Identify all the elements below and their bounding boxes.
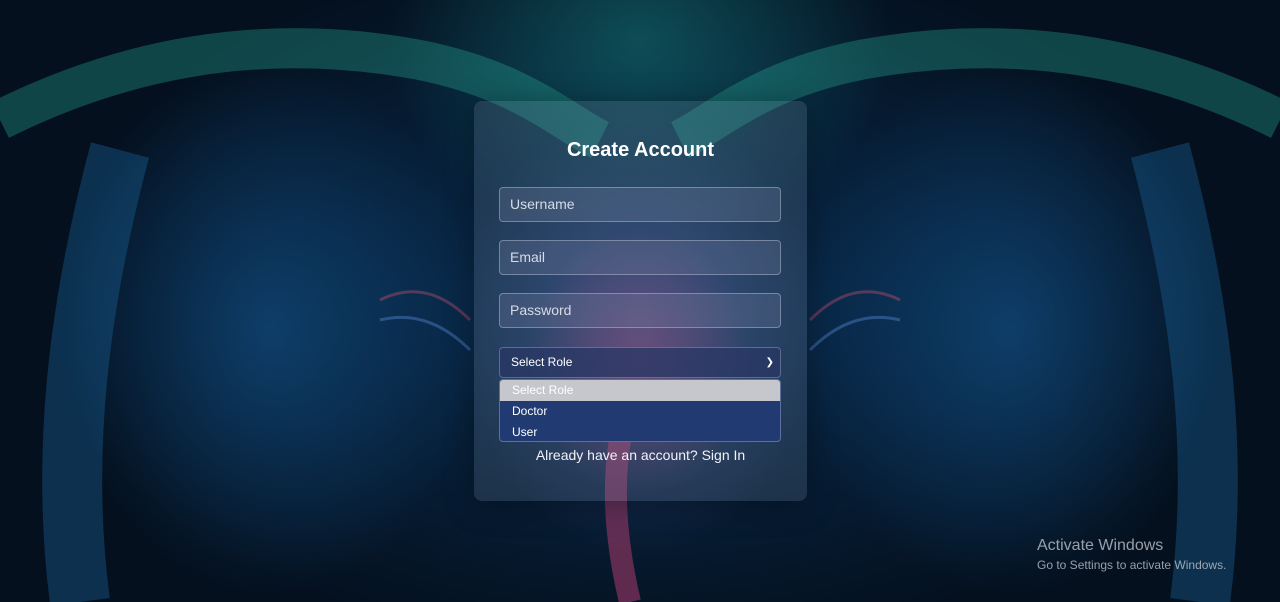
watermark-title: Activate Windows xyxy=(1037,537,1164,554)
email-input[interactable]: Email xyxy=(499,240,781,275)
username-placeholder: Username xyxy=(510,196,575,212)
activate-windows-watermark: Activate Windows Go to Settings to activ… xyxy=(1037,537,1226,572)
chevron-down-icon: ❯ xyxy=(765,357,774,368)
role-dropdown-list: Select Role Doctor User xyxy=(499,379,781,442)
role-option-doctor[interactable]: Doctor xyxy=(500,401,780,422)
password-input[interactable]: Password xyxy=(499,293,781,328)
create-account-card: Create Account Username Email Password S… xyxy=(474,101,807,501)
username-input[interactable]: Username xyxy=(499,187,781,222)
signin-link[interactable]: Already have an account? Sign In xyxy=(474,447,807,463)
role-option-user[interactable]: User xyxy=(500,422,780,441)
role-select[interactable]: Select Role ❯ xyxy=(499,347,781,378)
password-placeholder: Password xyxy=(510,302,572,318)
page-title: Create Account xyxy=(566,139,715,161)
watermark-subtitle: Go to Settings to activate Windows. xyxy=(1037,558,1227,572)
role-select-value: Select Role xyxy=(511,355,573,369)
role-option-select-role[interactable]: Select Role xyxy=(500,380,780,401)
email-placeholder: Email xyxy=(510,249,546,265)
